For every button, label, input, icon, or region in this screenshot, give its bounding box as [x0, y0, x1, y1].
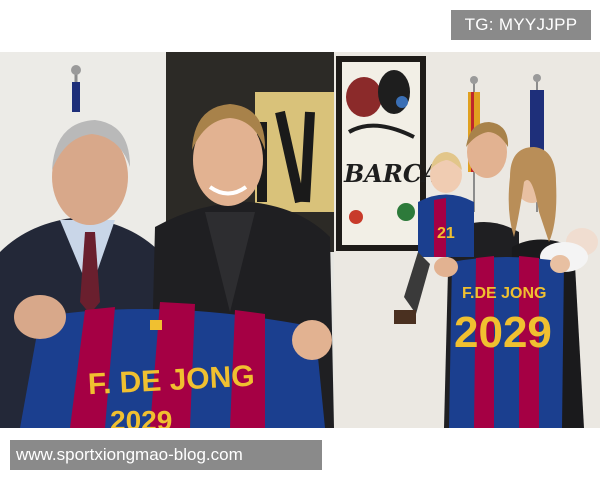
website-url-banner: www.sportxiongmao-blog.com	[10, 440, 322, 470]
jersey-number-right: 2029	[454, 308, 552, 357]
jersey-number-left: 2029	[110, 405, 172, 428]
hand-left	[14, 295, 66, 339]
photo-president-and-player: F. DE JONG 2029	[0, 52, 334, 428]
hand-right	[292, 320, 332, 360]
child-shirt-number: 21	[437, 225, 455, 242]
barca-jersey-right: F.DE JONG 2029	[434, 255, 570, 428]
photo-player-family: BARCA 21 F.DE JONG 2029	[334, 52, 600, 428]
photo-right-scene: BARCA 21 F.DE JONG 2029	[334, 52, 600, 428]
painting-text: BARCA	[343, 159, 441, 188]
jersey-name-right: F.DE JONG	[462, 285, 546, 302]
watermark-tag: TG: MYYJJPP	[451, 10, 591, 40]
photo-left-scene: F. DE JONG 2029	[0, 52, 334, 428]
